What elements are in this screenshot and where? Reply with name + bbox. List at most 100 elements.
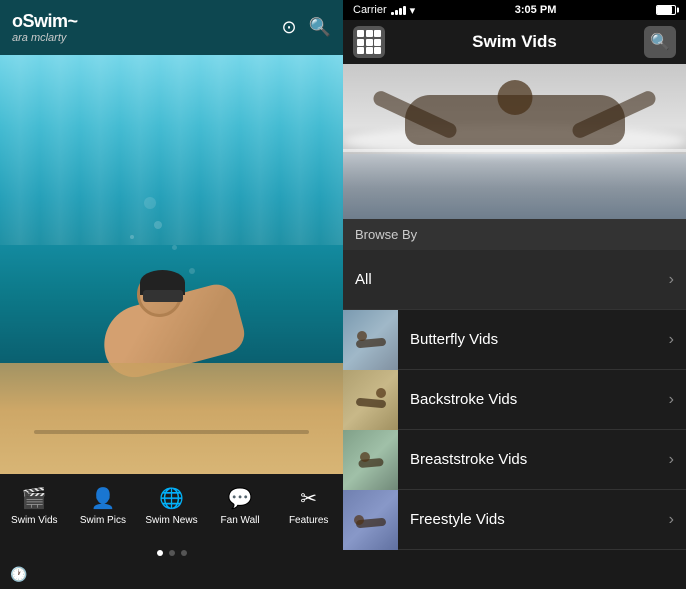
thumb-head (360, 452, 370, 462)
app-logo: oSwim~ ara mclarty (12, 11, 78, 44)
list-item-backstroke[interactable]: Backstroke Vids › (343, 370, 686, 430)
thumb-butterfly-bg (343, 310, 398, 370)
butterfly-label: Butterfly Vids (398, 331, 669, 348)
lane-line (34, 430, 308, 434)
tab-swim-pics-label: Swim Pics (80, 515, 126, 526)
header-icons: ⊙ 🔍 (281, 17, 331, 38)
tab-fan-wall-label: Fan Wall (221, 515, 260, 526)
dot-2 (169, 550, 175, 556)
tab-features-label: Features (289, 515, 328, 526)
thumb-freestyle (343, 490, 398, 550)
thumb-breaststroke (343, 430, 398, 490)
grid-cell (357, 47, 364, 54)
chevron-breaststroke: › (669, 451, 686, 469)
hero-video-thumbnail[interactable] (343, 64, 686, 219)
signal-bar-1 (391, 12, 394, 15)
thumb-backstroke-bg (343, 370, 398, 430)
tab-swim-vids-label: Swim Vids (11, 515, 58, 526)
signal-bars (391, 5, 406, 15)
list-item-freestyle[interactable]: Freestyle Vids › (343, 490, 686, 550)
freestyle-label: Freestyle Vids (398, 511, 669, 528)
battery-icon (656, 5, 676, 15)
list-item-all[interactable]: All › (343, 250, 686, 310)
dot-3 (181, 550, 187, 556)
thumb-breaststroke-bg (343, 430, 398, 490)
fan-wall-icon: 💬 (228, 486, 253, 511)
goggles (143, 290, 183, 302)
search-btn-icon: 🔍 (650, 32, 670, 52)
thumb-swimmer (355, 397, 386, 408)
thumb-head (357, 331, 367, 341)
wifi-icon: ▾ (410, 4, 416, 17)
backstroke-label: Backstroke Vids (398, 391, 669, 408)
bubble (172, 245, 177, 250)
water-line (343, 149, 686, 152)
tab-fan-wall[interactable]: 💬 Fan Wall (206, 482, 275, 530)
search-icon[interactable]: 🔍 (309, 17, 331, 38)
swim-news-icon: 🌐 (159, 486, 184, 511)
location-icon[interactable]: ⊙ (281, 17, 296, 38)
thumb-backstroke (343, 370, 398, 430)
grid-cell (374, 39, 381, 46)
video-list: All › Butterfly Vids › Backstroke Vi (343, 250, 686, 589)
list-item-breaststroke[interactable]: Breaststroke Vids › (343, 430, 686, 490)
swimmer-head (137, 272, 182, 317)
dot-1 (157, 550, 163, 556)
grid-cell (374, 47, 381, 54)
status-right (656, 5, 676, 15)
battery-fill (657, 6, 672, 14)
time-display: 3:05 PM (515, 4, 557, 16)
hero-swimmer-image (343, 64, 686, 219)
signal-bar-4 (403, 6, 406, 15)
logo-sub: ara mclarty (12, 32, 78, 44)
browse-by-header: Browse By (343, 219, 686, 250)
grid-cell (357, 30, 364, 37)
all-label: All (343, 271, 669, 288)
thumb-butterfly (343, 310, 398, 370)
underwater-area (343, 154, 686, 219)
tab-dots (0, 546, 343, 560)
tab-swim-news[interactable]: 🌐 Swim News (137, 482, 206, 530)
chevron-freestyle: › (669, 511, 686, 529)
thumb-freestyle-bg (343, 490, 398, 550)
swimmer-head-right (497, 80, 532, 115)
swim-pics-icon: 👤 (90, 486, 115, 511)
thumb-head (354, 515, 364, 525)
carrier-label: Carrier (353, 4, 387, 16)
right-panel: Carrier ▾ 3:05 PM (343, 0, 686, 589)
swimmer-background (0, 55, 343, 529)
grid-cell (374, 30, 381, 37)
chevron-all: › (669, 271, 686, 289)
status-left: Carrier ▾ (353, 4, 415, 17)
list-item-butterfly[interactable]: Butterfly Vids › (343, 310, 686, 370)
signal-bar-3 (399, 8, 402, 15)
water-gradient (0, 55, 343, 529)
grid-button[interactable] (353, 26, 385, 58)
tab-swim-news-label: Swim News (145, 515, 197, 526)
grid-icon (357, 30, 381, 54)
clock-icon[interactable]: 🕐 (10, 566, 27, 583)
grid-cell (366, 39, 373, 46)
left-panel: oSwim~ ara mclarty ⊙ 🔍 (0, 0, 343, 589)
right-header: Swim Vids 🔍 (343, 20, 686, 64)
left-footer: 🕐 (0, 560, 343, 589)
water-overlay (0, 55, 343, 245)
tab-swim-vids[interactable]: 🎬 Swim Vids (0, 482, 69, 530)
chevron-butterfly: › (669, 331, 686, 349)
status-bar: Carrier ▾ 3:05 PM (343, 0, 686, 20)
left-header: oSwim~ ara mclarty ⊙ 🔍 (0, 0, 343, 55)
grid-cell (366, 47, 373, 54)
left-bottom-bar: 🎬 Swim Vids 👤 Swim Pics 🌐 Swim News 💬 Fa… (0, 474, 343, 589)
chevron-backstroke: › (669, 391, 686, 409)
tab-bar: 🎬 Swim Vids 👤 Swim Pics 🌐 Swim News 💬 Fa… (0, 474, 343, 546)
grid-cell (366, 30, 373, 37)
signal-bar-2 (395, 10, 398, 15)
features-icon: ✂ (300, 486, 317, 511)
search-button[interactable]: 🔍 (644, 26, 676, 58)
browse-by-label: Browse By (355, 227, 417, 242)
tab-swim-pics[interactable]: 👤 Swim Pics (69, 482, 138, 530)
tab-features[interactable]: ✂ Features (274, 482, 343, 530)
nav-title: Swim Vids (472, 32, 557, 52)
grid-cell (357, 39, 364, 46)
logo-top: oSwim~ (12, 11, 78, 32)
